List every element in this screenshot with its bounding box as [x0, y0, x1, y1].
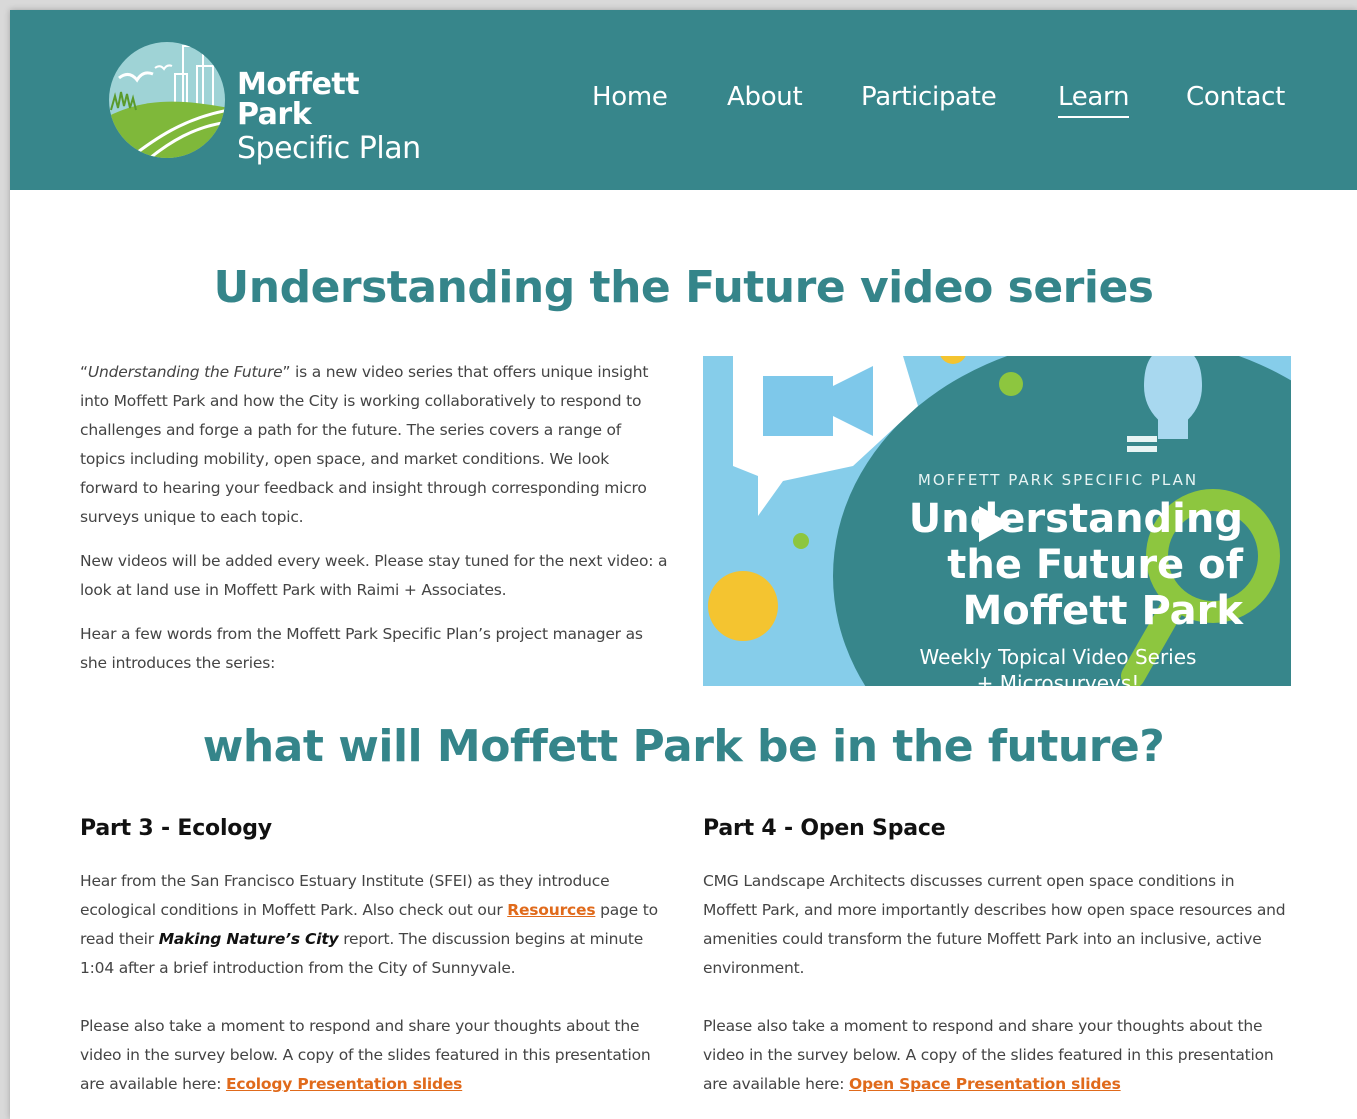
video-player[interactable]: MOFFETT PARK SPECIFIC PLAN Understanding…	[703, 356, 1291, 686]
logo-subtitle: Specific Plan	[237, 131, 421, 166]
report-title: Making Nature’s City	[158, 930, 339, 948]
open-space-slides-link[interactable]: Open Space Presentation slides	[849, 1075, 1121, 1093]
video-title: Understanding the Future of Moffett Park	[853, 496, 1243, 634]
intro-paragraph-3: Hear a few words from the Moffett Park S…	[80, 625, 643, 672]
intro-text: “Understanding the Future” is a new vide…	[80, 358, 670, 693]
intro-paragraph-1: “Understanding the Future” is a new vide…	[80, 358, 670, 532]
part3-paragraph-2: Please also take a moment to respond and…	[80, 1012, 670, 1099]
part4-column: Part 4 - Open Space CMG Landscape Archit…	[703, 816, 1293, 1119]
nav-contact[interactable]: Contact	[1186, 82, 1285, 112]
part4-heading: Part 4 - Open Space	[703, 816, 946, 841]
intro-paragraph-2: New videos will be added every week. Ple…	[80, 552, 668, 599]
video-title-line-1: Understanding	[908, 496, 1243, 542]
part3-column: Part 3 - Ecology Hear from the San Franc…	[80, 816, 670, 1119]
part3-body: Hear from the San Francisco Estuary Inst…	[80, 867, 670, 1099]
main-nav: Home About Participate Learn Contact	[10, 82, 1357, 122]
site-header: Moffett Park Specific Plan Home About Pa…	[10, 10, 1357, 190]
part3-paragraph-1: Hear from the San Francisco Estuary Inst…	[80, 867, 670, 983]
page-title: Understanding the Future video series	[213, 262, 1154, 313]
section-title-future: what will Moffett Park be in the future?	[202, 721, 1165, 772]
part4-paragraph-1: CMG Landscape Architects discusses curre…	[703, 872, 1286, 977]
video-title-line-2: the Future of	[947, 542, 1243, 588]
page-frame: Moffett Park Specific Plan Home About Pa…	[10, 10, 1357, 1119]
resources-link[interactable]: Resources	[507, 901, 595, 919]
video-kicker: MOFFETT PARK SPECIFIC PLAN	[917, 471, 1199, 489]
video-title-line-3: Moffett Park	[962, 588, 1243, 634]
play-icon[interactable]	[979, 506, 1011, 542]
intro-p1-rest: ” is a new video series that offers uniq…	[80, 363, 649, 526]
part4-body: CMG Landscape Architects discusses curre…	[703, 867, 1293, 1099]
part3-heading: Part 3 - Ecology	[80, 816, 272, 841]
nav-participate[interactable]: Participate	[861, 82, 997, 112]
nav-home[interactable]: Home	[592, 82, 668, 112]
nav-about[interactable]: About	[727, 82, 803, 112]
ecology-slides-link[interactable]: Ecology Presentation slides	[226, 1075, 462, 1093]
video-subtitle-2: + Microsurveys!	[976, 671, 1140, 686]
nav-learn[interactable]: Learn	[1058, 82, 1129, 118]
video-subtitle: Weekly Topical Video Series	[919, 645, 1197, 669]
part4-paragraph-2: Please also take a moment to respond and…	[703, 1012, 1293, 1099]
open-quote: “	[80, 363, 88, 381]
series-title-italic: Understanding the Future	[87, 363, 283, 381]
